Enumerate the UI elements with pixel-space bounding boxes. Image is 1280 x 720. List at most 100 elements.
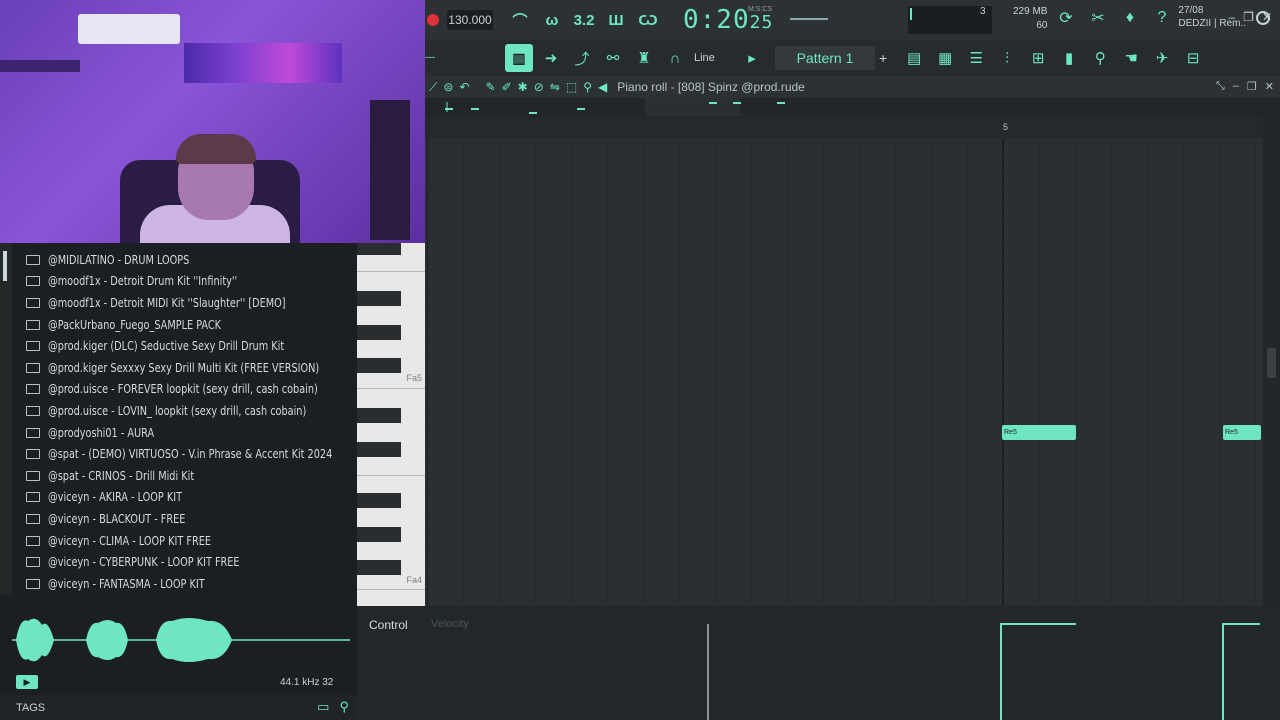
grid-row-line bbox=[425, 291, 1263, 292]
midi-note[interactable]: Re5 bbox=[1223, 425, 1261, 440]
countdown-icon[interactable]: 3.2 bbox=[571, 7, 597, 33]
webcam-mic-stand bbox=[370, 100, 410, 240]
black-key[interactable] bbox=[357, 493, 401, 508]
piano-roll-ruler[interactable]: 5 bbox=[425, 118, 1265, 138]
browser-folder-item[interactable]: @spat - (DEMO) VIRTUOSO - V.in Phrase & … bbox=[26, 443, 356, 465]
browser-folder-item[interactable]: @prod.kiger Sexxxy Sexy Drill Multi Kit … bbox=[26, 357, 356, 379]
zoom-icon[interactable]: ⚲ bbox=[583, 80, 592, 95]
scissors-icon[interactable]: ✂ bbox=[1088, 8, 1108, 28]
velocity-lane[interactable] bbox=[425, 614, 1280, 720]
velocity-bar[interactable] bbox=[1000, 624, 1002, 720]
grid-column-line bbox=[499, 138, 500, 606]
record-button[interactable] bbox=[427, 14, 439, 26]
pattern-selector[interactable]: Pattern 1 bbox=[775, 46, 875, 70]
browser-folder-item[interactable]: @prod.uisce - LOVIN_ loopkit (sexy drill… bbox=[26, 400, 356, 422]
loop-record-icon[interactable]: Ѡ bbox=[635, 7, 661, 33]
browser-folder-item[interactable]: @viceyn - FANTASMA - LOOP KIT bbox=[26, 573, 356, 595]
stamp-icon[interactable]: ♜ bbox=[631, 45, 657, 71]
browser-folder-item[interactable]: @PackUrbano_Fuego_SAMPLE PACK bbox=[26, 314, 356, 336]
browser-folder-item[interactable]: @viceyn - CYBERPUNK - LOOP KIT FREE bbox=[26, 551, 356, 573]
menu-arrow-icon[interactable]: ⟋ bbox=[429, 80, 437, 95]
play-sample-button[interactable]: ▶ bbox=[16, 675, 38, 689]
browser-folder-item[interactable]: @MIDILATINO - DRUM LOOPS bbox=[26, 249, 356, 271]
browser-folder-item[interactable]: @prodyoshi01 - AURA bbox=[26, 422, 356, 444]
tempo-display[interactable]: 130.000 bbox=[447, 10, 493, 30]
webcam-led-panel bbox=[184, 43, 342, 83]
paint-icon[interactable]: ✐ bbox=[502, 80, 512, 95]
play-pattern-icon[interactable]: ▸ bbox=[739, 45, 765, 71]
black-key[interactable] bbox=[357, 243, 401, 255]
step-edit-icon[interactable]: Ш bbox=[603, 7, 629, 33]
snap-mode-select[interactable]: Line bbox=[694, 52, 734, 64]
black-key[interactable] bbox=[357, 325, 401, 340]
browser-folder-item[interactable]: @prod.kiger (DLC) Seductive Sexy Drill D… bbox=[26, 335, 356, 357]
magnet-icon[interactable]: ∩ bbox=[662, 45, 688, 71]
metronome-icon[interactable]: ⌒ bbox=[507, 7, 533, 33]
mute-icon[interactable]: ⊘ bbox=[534, 80, 544, 95]
link-icon[interactable]: ⚯ bbox=[600, 45, 626, 71]
browser-folder-item[interactable]: @moodf1x - Detroit MIDI Kit ''Slaughter'… bbox=[26, 292, 356, 314]
options-icon[interactable]: ⊜ bbox=[443, 80, 453, 95]
arrow-right-icon[interactable]: ➜ bbox=[538, 45, 564, 71]
black-key[interactable] bbox=[357, 408, 401, 423]
microphone-icon[interactable]: ♦ bbox=[1120, 8, 1140, 28]
velocity-bar[interactable] bbox=[1222, 624, 1224, 720]
black-key[interactable] bbox=[357, 560, 401, 575]
search-icon[interactable]: ⚲ bbox=[339, 699, 349, 715]
piano-roll-vertical-scrollbar[interactable] bbox=[1263, 118, 1280, 606]
black-key[interactable] bbox=[357, 291, 401, 306]
pencil-icon[interactable]: ✎ bbox=[486, 80, 496, 95]
touch-icon[interactable]: ☚ bbox=[1118, 45, 1144, 71]
detach-icon[interactable]: ⤡ bbox=[1216, 80, 1225, 93]
project-icon[interactable]: ▮ bbox=[1056, 45, 1082, 71]
tags-label[interactable]: TAGS bbox=[16, 702, 45, 714]
piano-roll-overview[interactable] bbox=[425, 98, 1280, 118]
piano-keyboard[interactable]: Fa5 Fa4 bbox=[357, 243, 425, 606]
delete-icon[interactable]: ✱ bbox=[518, 80, 528, 95]
maximize-icon[interactable]: ❐ bbox=[1247, 80, 1257, 93]
black-key[interactable] bbox=[357, 358, 401, 373]
close-icon[interactable]: ✕ bbox=[1265, 80, 1274, 93]
undo-icon[interactable]: ↶ bbox=[459, 80, 469, 95]
globe-icon[interactable] bbox=[1256, 11, 1270, 25]
browser-scrollbar[interactable] bbox=[0, 243, 12, 595]
browser-folder-item[interactable]: @moodf1x - Detroit Drum Kit ''Infinity'' bbox=[26, 271, 356, 293]
mini-left-icon: — bbox=[425, 52, 435, 63]
grid-row-line bbox=[425, 240, 1263, 241]
folder-icon[interactable]: ▭ bbox=[317, 699, 329, 715]
shop-icon[interactable]: ⊟ bbox=[1180, 45, 1206, 71]
wait-for-input-icon[interactable]: ω bbox=[539, 7, 565, 33]
browser-icon[interactable]: ⊞ bbox=[1025, 45, 1051, 71]
piano-roll-mode-icon[interactable]: ▥ bbox=[505, 44, 533, 72]
plugin-icon[interactable]: ⚲ bbox=[1087, 45, 1113, 71]
browser-folder-item[interactable]: @spat - CRINOS - Drill Midi Kit bbox=[26, 465, 356, 487]
browser-folder-item[interactable]: @viceyn - CLIMA - LOOP KIT FREE bbox=[26, 530, 356, 552]
playback-icon[interactable]: ◀ bbox=[598, 80, 607, 95]
channel-rack-icon[interactable]: ☰ bbox=[963, 45, 989, 71]
piano-roll-grid[interactable]: Re5 Re5 bbox=[425, 138, 1263, 606]
undo-history-icon[interactable]: ⟳ bbox=[1056, 8, 1076, 28]
sample-waveform[interactable] bbox=[12, 615, 350, 665]
minimize-icon[interactable]: – bbox=[1233, 80, 1239, 93]
curve-icon[interactable]: ⤴ bbox=[569, 45, 595, 71]
grid-row-line bbox=[425, 206, 1263, 207]
midi-note[interactable]: Re5 bbox=[1002, 425, 1076, 440]
grid-column-line bbox=[679, 138, 680, 606]
browser-folder-item[interactable]: @viceyn - BLACKOUT - FREE bbox=[26, 508, 356, 530]
black-key[interactable] bbox=[357, 442, 401, 457]
select-icon[interactable]: ⬚ bbox=[566, 80, 577, 95]
help-icon[interactable]: ? bbox=[1152, 8, 1172, 28]
browser-folder-item[interactable]: @prod.uisce - FOREVER loopkit (sexy dril… bbox=[26, 379, 356, 401]
velocity-bar-top bbox=[1222, 623, 1260, 625]
black-key[interactable] bbox=[357, 527, 401, 542]
piano-roll-icon[interactable]: ▦ bbox=[932, 45, 958, 71]
time-format-label: M:S:CS bbox=[748, 6, 773, 13]
slice-icon[interactable]: ⇋ bbox=[550, 80, 560, 95]
grid-row-line bbox=[425, 172, 1263, 173]
browser-folder-item[interactable]: @viceyn - AKIRA - LOOP KIT bbox=[26, 487, 356, 509]
control-selector[interactable]: Control bbox=[369, 618, 408, 632]
send-icon[interactable]: ✈ bbox=[1149, 45, 1175, 71]
mixer-icon[interactable]: ⫶ bbox=[994, 45, 1020, 71]
playlist-icon[interactable]: ▤ bbox=[901, 45, 927, 71]
add-pattern-icon[interactable]: + bbox=[879, 50, 887, 66]
